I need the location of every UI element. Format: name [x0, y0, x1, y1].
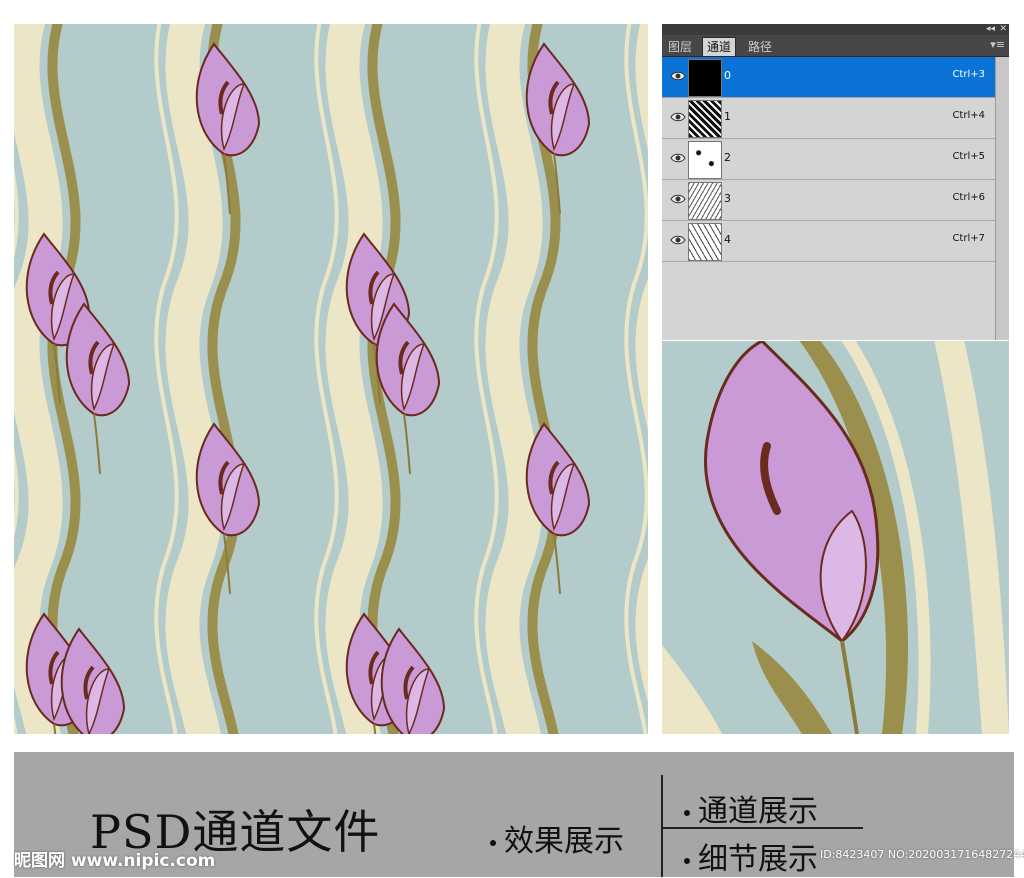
watermark-id: ID:8423407 NO:20200317164827244087 — [820, 848, 1024, 861]
eye-icon[interactable] — [670, 69, 686, 83]
tab-layers[interactable]: 图层 — [664, 38, 696, 56]
channel-name: 0 — [724, 69, 731, 82]
watermark-logo: 昵图网 www.nipic.com — [14, 851, 216, 871]
lily-detail-image — [662, 341, 1009, 734]
calla-lily-pattern — [14, 24, 648, 734]
tab-paths[interactable]: 路径 — [744, 38, 776, 56]
channel-show-label: 通道展示 — [684, 786, 818, 830]
bullet-icon — [490, 839, 496, 846]
bullet-icon — [684, 857, 690, 864]
channel-thumbnail — [688, 182, 722, 220]
panel-tabs: 图层 通道 路径 ▾≡ — [662, 35, 1009, 57]
channel-row-3[interactable]: 3 Ctrl+6 — [662, 180, 995, 221]
channel-name: 2 — [724, 151, 731, 164]
channel-thumbnail — [688, 59, 722, 97]
detail-show-label: 细节展示 — [684, 834, 818, 878]
channel-thumbnail — [688, 141, 722, 179]
bullet-icon — [684, 809, 690, 816]
eye-icon[interactable] — [670, 110, 686, 124]
channel-name: 4 — [724, 233, 731, 246]
channels-panel: ◂◂ ✕ 图层 通道 路径 ▾≡ 0 Ctrl+3 1 Ctrl+4 2 Ctr… — [662, 24, 1009, 340]
channel-name: 3 — [724, 192, 731, 205]
collapse-icon[interactable]: ◂◂ — [986, 24, 995, 35]
channel-row-1[interactable]: 1 Ctrl+4 — [662, 98, 995, 139]
channel-shortcut: Ctrl+5 — [952, 151, 985, 162]
channel-shortcut: Ctrl+4 — [952, 110, 985, 121]
close-icon[interactable]: ✕ — [999, 24, 1007, 35]
channel-thumbnail — [688, 100, 722, 138]
eye-icon[interactable] — [670, 192, 686, 206]
channel-row-4[interactable]: 4 Ctrl+7 — [662, 221, 995, 262]
eye-icon[interactable] — [670, 151, 686, 165]
channel-shortcut: Ctrl+3 — [952, 69, 985, 80]
panel-menu-icon[interactable]: ▾≡ — [990, 38, 1005, 51]
channel-thumbnail — [688, 223, 722, 261]
divider-vertical — [661, 775, 663, 877]
detail-preview — [662, 341, 1009, 734]
tab-channels[interactable]: 通道 — [702, 37, 737, 56]
channel-name: 1 — [724, 110, 731, 123]
channel-row-0[interactable]: 0 Ctrl+3 — [662, 57, 995, 98]
effect-label: 效果展示 — [490, 816, 624, 860]
panel-title-bar: ◂◂ ✕ — [662, 24, 1009, 35]
panel-scrollbar[interactable] — [995, 57, 1009, 340]
eye-icon[interactable] — [670, 233, 686, 247]
channel-shortcut: Ctrl+7 — [952, 233, 985, 244]
channel-shortcut: Ctrl+6 — [952, 192, 985, 203]
channel-row-2[interactable]: 2 Ctrl+5 — [662, 139, 995, 180]
pattern-preview — [14, 24, 648, 734]
